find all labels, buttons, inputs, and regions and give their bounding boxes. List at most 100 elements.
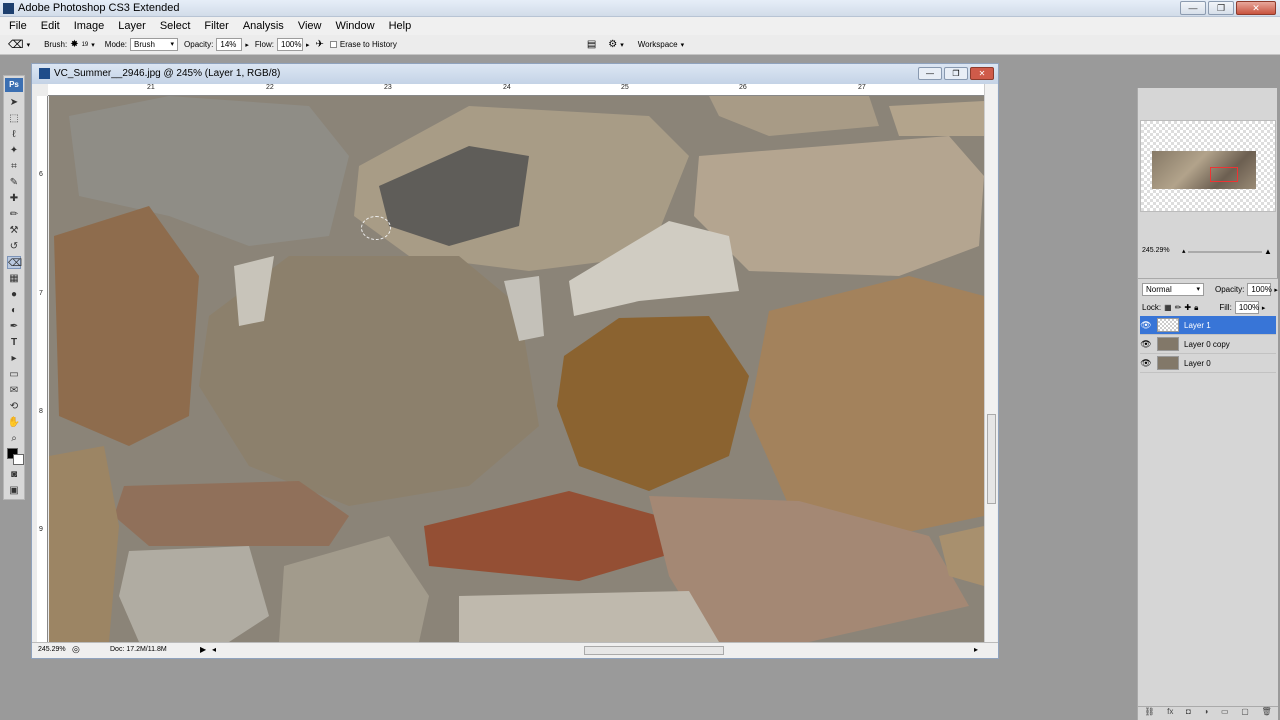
blend-mode-select[interactable]: Normal ▾ xyxy=(1142,283,1204,296)
flow-input[interactable]: 100% xyxy=(277,38,304,51)
link-layers-icon[interactable]: ⛓ xyxy=(1144,707,1154,720)
status-zoom[interactable]: 245.29% xyxy=(38,646,66,653)
status-menu-arrow-icon[interactable]: ▶ xyxy=(200,645,206,654)
erase-history-checkbox[interactable] xyxy=(329,41,337,48)
quick-mask-icon[interactable]: ◙ xyxy=(7,468,21,481)
flow-label: Flow: xyxy=(254,40,275,49)
shape-tool-icon[interactable]: ▭ xyxy=(7,368,21,381)
background-color-swatch[interactable] xyxy=(13,454,24,465)
clone-stamp-tool-icon[interactable]: ⚒ xyxy=(7,224,21,237)
layer-row[interactable]: 👁︎ Layer 0 copy xyxy=(1140,335,1276,354)
path-selection-tool-icon[interactable]: ▸ xyxy=(7,352,21,365)
fill-input[interactable]: 100% xyxy=(1234,301,1259,314)
navigator-view-box[interactable] xyxy=(1210,167,1238,182)
horizontal-scroll-thumb[interactable] xyxy=(584,646,724,655)
opacity-slider-arrow-icon[interactable]: ▸ xyxy=(1274,286,1278,294)
menu-analysis[interactable]: Analysis xyxy=(236,20,291,32)
brush-tool-icon[interactable]: ✏ xyxy=(7,208,21,221)
new-group-icon[interactable]: ▭ xyxy=(1221,707,1229,720)
document-close-button[interactable]: ✕ xyxy=(970,67,994,80)
document-maximize-button[interactable]: ❐ xyxy=(944,67,968,80)
eraser-tool-icon[interactable]: ⌫ xyxy=(7,256,22,269)
vertical-scroll-thumb[interactable] xyxy=(987,414,996,504)
eyedropper-tool-icon[interactable]: ✎ xyxy=(7,176,21,189)
menu-layer[interactable]: Layer xyxy=(111,20,153,32)
minimize-button[interactable]: — xyxy=(1180,1,1206,15)
menu-select[interactable]: Select xyxy=(153,20,198,32)
document-minimize-button[interactable]: — xyxy=(918,67,942,80)
workspace-menu[interactable]: Workspace ▾ xyxy=(638,40,684,49)
close-button[interactable]: ✕ xyxy=(1236,1,1276,15)
hand-tool-icon[interactable]: ✋ xyxy=(7,416,21,429)
zoom-tool-icon[interactable]: ⌕ xyxy=(7,432,21,445)
healing-brush-tool-icon[interactable]: ✚ xyxy=(7,192,21,205)
brush-tip-icon: ✸ xyxy=(70,39,79,50)
mode-select[interactable]: Brush ▾ xyxy=(130,38,179,51)
magic-wand-tool-icon[interactable]: ✦ xyxy=(7,144,21,157)
screen-mode-icon[interactable]: ▣ xyxy=(7,484,21,497)
zoom-out-icon[interactable]: ▴ xyxy=(1182,247,1186,255)
gradient-tool-icon[interactable]: ▦ xyxy=(7,272,21,285)
lasso-tool-icon[interactable]: ℓ xyxy=(7,128,21,141)
navigator-zoom-slider[interactable] xyxy=(1188,251,1262,253)
scroll-left-arrow-icon[interactable]: ◂ xyxy=(212,645,216,654)
palette-well-icon[interactable]: ▤ xyxy=(587,39,596,50)
opacity-input[interactable]: 14% xyxy=(216,38,243,51)
history-brush-tool-icon[interactable]: ↺ xyxy=(7,240,21,253)
menu-edit[interactable]: Edit xyxy=(34,20,67,32)
document-titlebar[interactable]: VC_Summer__2946.jpg @ 245% (Layer 1, RGB… xyxy=(32,64,998,84)
new-layer-icon[interactable]: ▢ xyxy=(1241,707,1249,720)
layer-name: Layer 1 xyxy=(1184,320,1211,330)
menu-filter[interactable]: Filter xyxy=(197,20,235,32)
blur-tool-icon[interactable]: ● xyxy=(7,288,21,301)
visibility-eye-icon[interactable]: 👁︎ xyxy=(1140,339,1152,350)
status-info-icon[interactable]: ◎ xyxy=(72,644,80,655)
lock-pixels-icon[interactable]: ✏ xyxy=(1175,303,1182,312)
menu-help[interactable]: Help xyxy=(382,20,419,32)
3d-tool-icon[interactable]: ⟲ xyxy=(7,400,21,413)
image-canvas[interactable] xyxy=(49,96,984,642)
fill-slider-arrow-icon[interactable]: ▸ xyxy=(1262,304,1266,312)
adjustment-layer-icon[interactable]: ◑ xyxy=(1204,707,1209,720)
move-tool-icon[interactable]: ➤ xyxy=(7,96,21,109)
eraser-icon: ⌫ xyxy=(8,39,24,51)
lock-transparency-icon[interactable]: ▦ xyxy=(1164,303,1172,312)
bridge-icon[interactable]: ⚙ ▾ xyxy=(608,39,623,50)
menu-image[interactable]: Image xyxy=(67,20,112,32)
menu-view[interactable]: View xyxy=(291,20,329,32)
delete-layer-icon[interactable]: 🗑︎ xyxy=(1261,707,1271,720)
layer-row[interactable]: 👁︎ Layer 0 xyxy=(1140,354,1276,373)
ruler-tick-label: 22 xyxy=(266,84,274,91)
type-tool-icon[interactable]: T xyxy=(7,336,21,349)
scroll-right-arrow-icon[interactable]: ▸ xyxy=(974,645,978,654)
maximize-button[interactable]: ❐ xyxy=(1208,1,1234,15)
navigator-zoom[interactable]: 245.29% xyxy=(1142,247,1170,254)
crop-tool-icon[interactable]: ⌗ xyxy=(7,160,21,173)
zoom-in-icon[interactable]: ▲ xyxy=(1264,247,1272,256)
menu-file[interactable]: File xyxy=(2,20,34,32)
visibility-eye-icon[interactable]: 👁︎ xyxy=(1140,358,1152,369)
horizontal-ruler[interactable]: 21 22 23 24 25 26 27 xyxy=(48,84,984,96)
brush-picker[interactable]: Brush: ✸ 19 ▾ xyxy=(44,39,95,50)
marquee-tool-icon[interactable]: ⬚ xyxy=(7,112,21,125)
flow-slider-arrow-icon[interactable]: ▸ xyxy=(306,41,310,49)
erase-history-option[interactable]: Erase to History xyxy=(329,40,397,49)
tool-preset-picker[interactable]: ⌫ ▾ xyxy=(8,38,30,51)
lock-all-icon[interactable]: 🔒︎ xyxy=(1194,303,1198,313)
vertical-scrollbar[interactable] xyxy=(984,84,997,642)
pen-tool-icon[interactable]: ✒ xyxy=(7,320,21,333)
opacity-slider-arrow-icon[interactable]: ▸ xyxy=(245,41,249,49)
menu-window[interactable]: Window xyxy=(328,20,381,32)
notes-tool-icon[interactable]: ✉ xyxy=(7,384,21,397)
airbrush-toggle[interactable]: ✈ xyxy=(316,39,324,50)
navigator-preview[interactable] xyxy=(1140,120,1276,212)
dodge-tool-icon[interactable]: ◐ xyxy=(7,304,21,317)
layers-top-row: Normal ▾ Opacity: 100% ▸ xyxy=(1142,283,1278,296)
layer-style-icon[interactable]: fx xyxy=(1167,707,1173,720)
visibility-eye-icon[interactable]: 👁︎ xyxy=(1140,320,1152,331)
lock-position-icon[interactable]: ✚ xyxy=(1184,303,1191,312)
vertical-ruler[interactable]: 6 7 8 9 xyxy=(37,96,48,642)
layer-mask-icon[interactable]: ◘ xyxy=(1186,707,1191,720)
layer-row[interactable]: 👁︎ Layer 1 xyxy=(1140,316,1276,335)
layer-opacity-input[interactable]: 100% xyxy=(1247,283,1272,296)
